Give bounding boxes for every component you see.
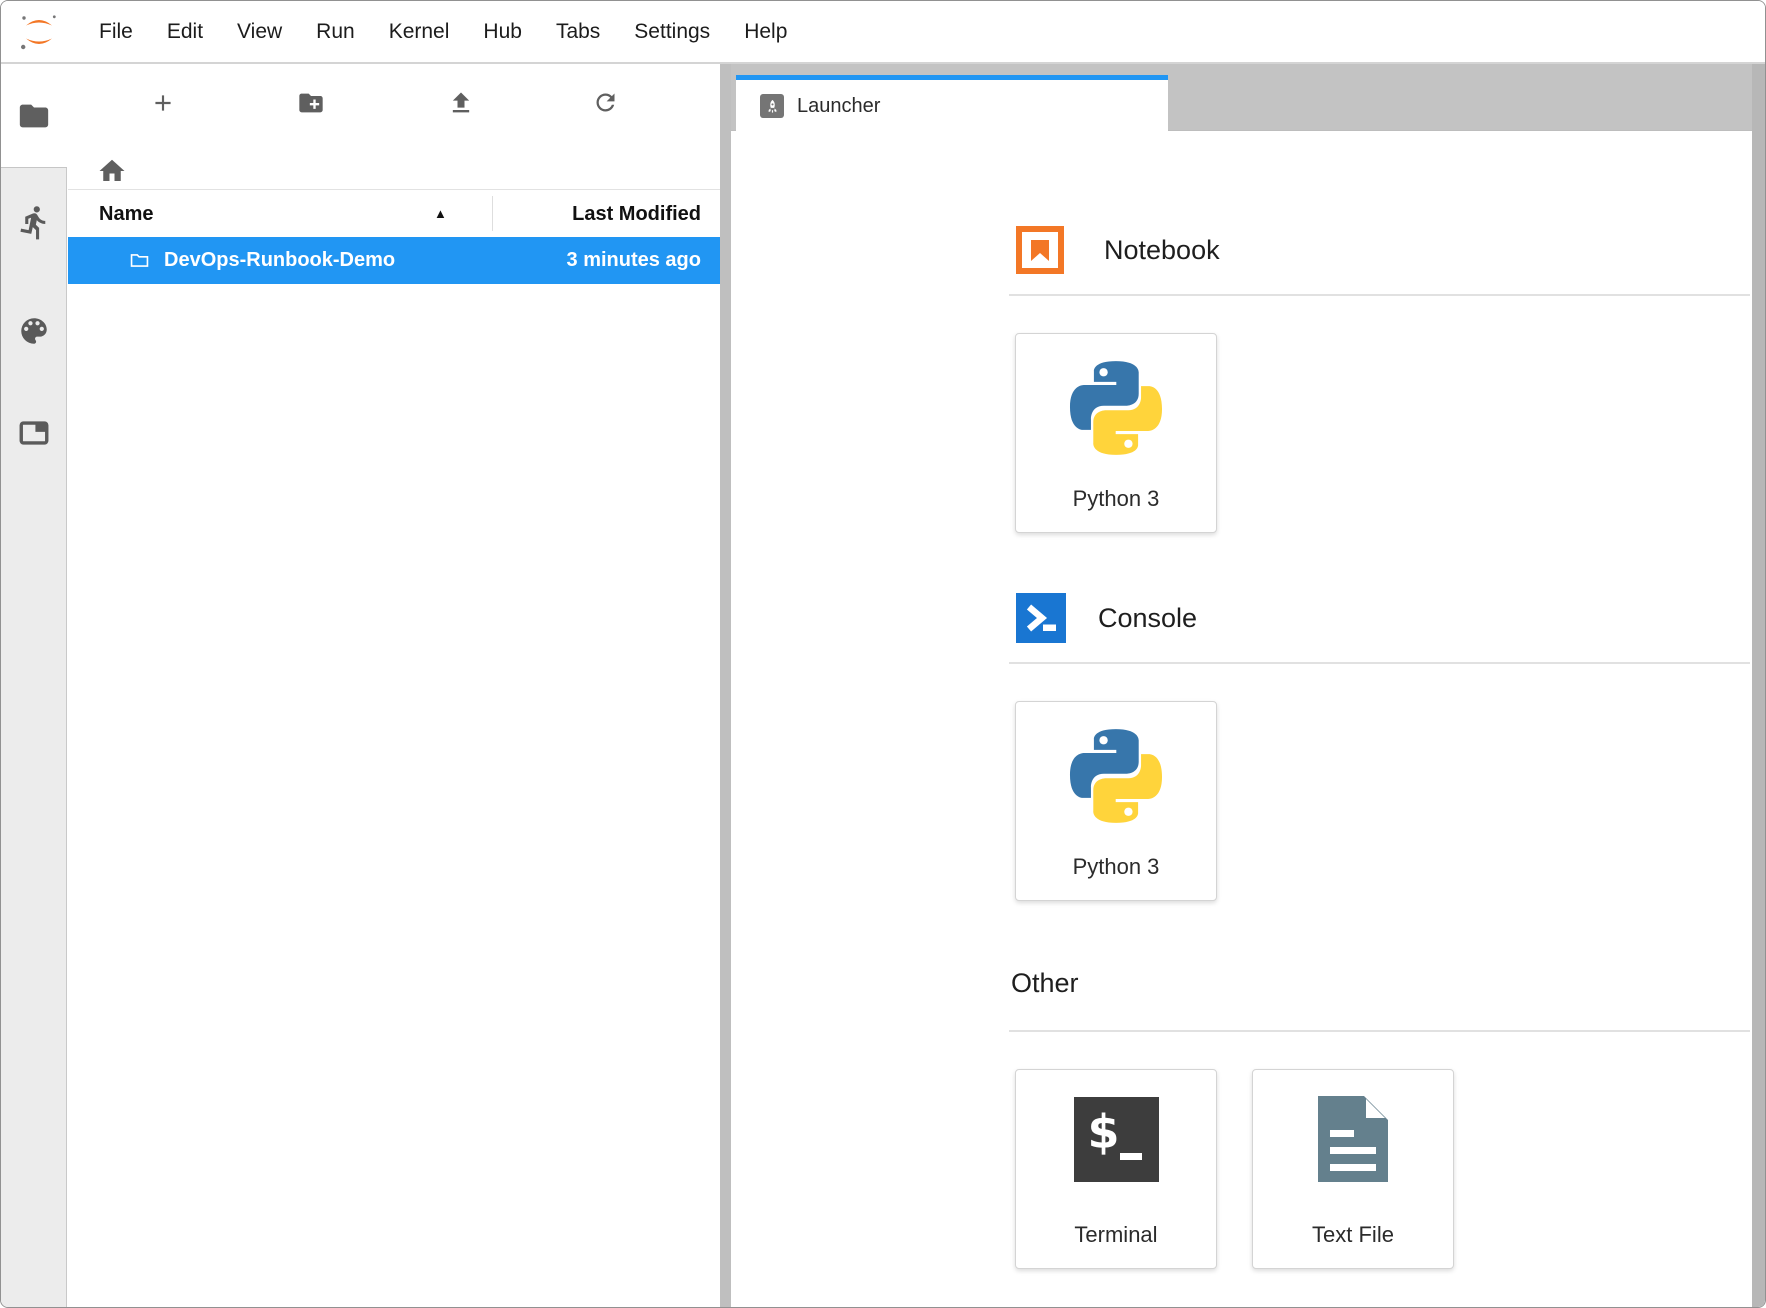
launcher-rocket-icon [760,94,784,118]
section-title-console: Console [1098,603,1197,634]
main-area: Launcher Notebook [731,64,1765,1307]
running-man-icon [16,204,53,246]
breadcrumb-home[interactable] [97,156,127,186]
sort-ascending-icon[interactable]: ▲ [434,190,447,238]
menu-hub[interactable]: Hub [466,20,539,44]
column-header-last-modified[interactable]: Last Modified [492,190,701,238]
text-file-icon [1253,1094,1453,1184]
refresh-icon [592,89,619,121]
menu-help[interactable]: Help [727,20,804,44]
menu-view[interactable]: View [220,20,299,44]
file-name: DevOps-Runbook-Demo [164,237,395,284]
upload-button[interactable] [446,90,476,120]
section-divider [1009,294,1750,296]
console-icon [1016,593,1066,648]
launcher-panel: Notebook Python 3 [731,131,1752,1307]
card-label: Text File [1253,1222,1453,1248]
menubar: File Edit View Run Kernel Hub Tabs Setti… [1,1,1765,64]
section-title-notebook: Notebook [1104,235,1220,266]
python-logo-icon [1016,720,1216,832]
menu-tabs[interactable]: Tabs [539,20,617,44]
menu-edit[interactable]: Edit [150,20,220,44]
notebook-icon [1016,226,1064,279]
jupyter-logo-icon[interactable] [16,9,62,55]
section-divider [1009,1030,1750,1032]
plus-icon [150,90,176,121]
panel-split-handle[interactable] [720,64,731,1307]
file-last-modified: 3 minutes ago [567,237,701,284]
sidebar-item-running-sessions[interactable] [1,204,67,246]
tab-launcher-label: Launcher [797,95,880,118]
home-icon [97,173,127,190]
palette-icon [17,314,51,353]
tab-launcher[interactable]: Launcher [736,75,1168,132]
tabs-icon [17,416,51,455]
file-list-header: Name ▲ Last Modified [68,189,720,237]
folder-icon [1,99,67,133]
python-logo-icon [1016,352,1216,464]
card-label: Python 3 [1016,854,1216,880]
file-browser-panel: Name ▲ Last Modified DevOps-Runbook-Demo… [68,64,720,1307]
tab-bar: Launcher [731,64,1765,131]
jupyterlab-window: File Edit View Run Kernel Hub Tabs Setti… [0,0,1766,1308]
refresh-button[interactable] [590,90,620,120]
new-launcher-button[interactable] [148,90,178,120]
right-edge-strip [1752,64,1765,1307]
sidebar-item-open-tabs[interactable] [1,416,67,455]
section-divider [1009,662,1750,664]
menu-file[interactable]: File [82,20,150,44]
sidebar-item-command-palette[interactable] [1,314,67,353]
section-title-other: Other [1011,968,1079,999]
menubar-items: File Edit View Run Kernel Hub Tabs Setti… [82,1,804,62]
menu-settings[interactable]: Settings [617,20,727,44]
terminal-icon: $ [1016,1097,1216,1182]
card-label: Python 3 [1016,486,1216,512]
new-folder-button[interactable] [296,90,326,120]
launcher-card-notebook-python3[interactable]: Python 3 [1015,333,1217,533]
menu-kernel[interactable]: Kernel [372,20,467,44]
launcher-card-terminal[interactable]: $ Terminal [1015,1069,1217,1269]
menu-run[interactable]: Run [299,20,372,44]
sidebar-item-file-browser[interactable] [1,64,67,168]
launcher-card-console-python3[interactable]: Python 3 [1015,701,1217,901]
upload-icon [447,89,475,122]
file-row-selected[interactable]: DevOps-Runbook-Demo 3 minutes ago [68,237,720,284]
column-header-name[interactable]: Name [99,190,153,238]
launcher-card-text-file[interactable]: Text File [1252,1069,1454,1269]
folder-outline-icon [128,249,151,277]
new-folder-icon [297,89,325,122]
card-label: Terminal [1016,1222,1216,1248]
left-sidebar [1,64,67,1307]
